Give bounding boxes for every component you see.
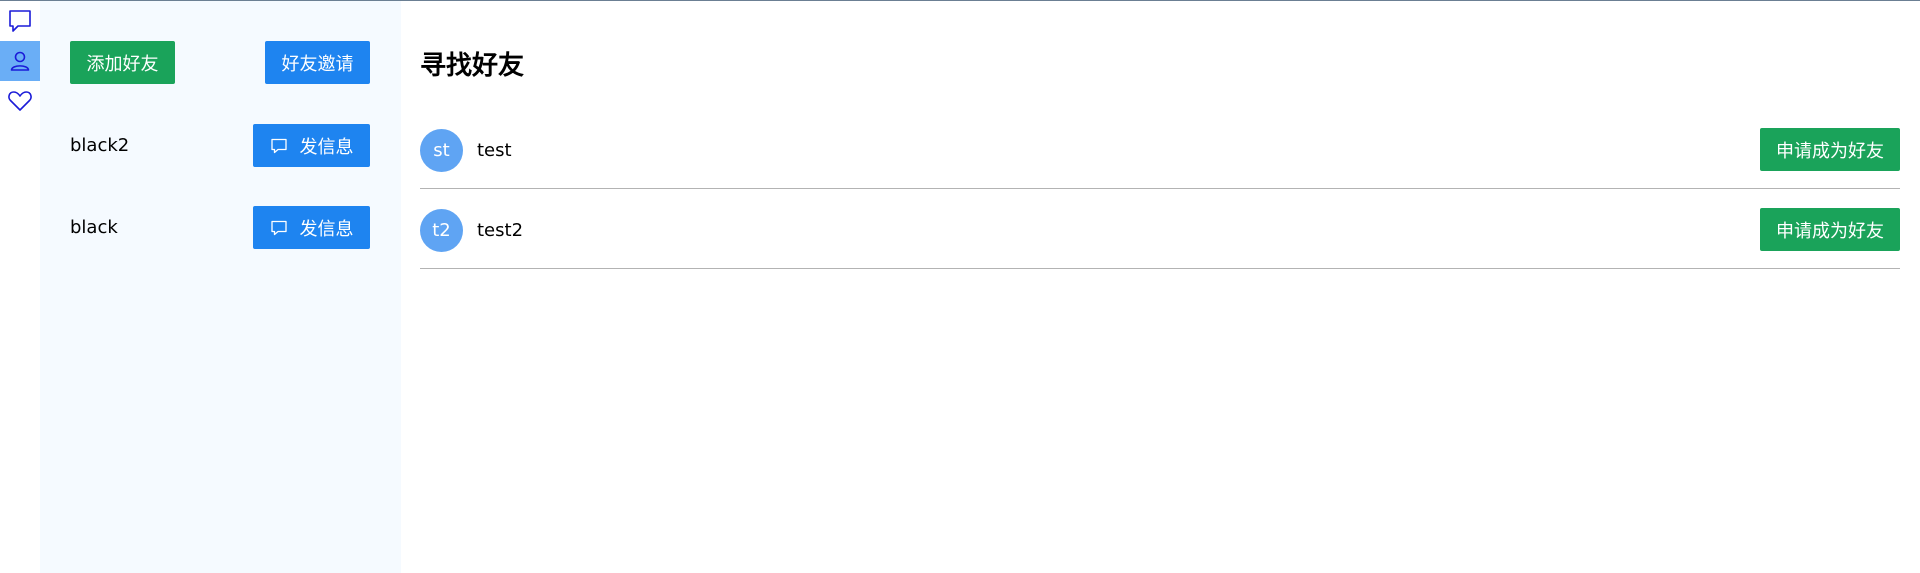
rail-item-friends[interactable] <box>0 41 40 81</box>
heart-icon <box>8 91 32 111</box>
user-name: test2 <box>477 220 524 241</box>
add-friend-button[interactable]: 添加好友 <box>70 41 175 84</box>
friend-invite-button[interactable]: 好友邀请 <box>265 41 370 84</box>
message-icon <box>270 137 288 155</box>
icon-rail <box>0 1 40 573</box>
send-message-label: 发信息 <box>299 218 354 240</box>
rail-item-chats[interactable] <box>0 1 40 41</box>
user-icon <box>10 51 30 71</box>
avatar: t2 <box>420 209 463 252</box>
user-name: test <box>477 140 512 161</box>
avatar: st <box>420 129 463 172</box>
send-message-label: 发信息 <box>299 136 354 158</box>
send-message-button[interactable]: 发信息 <box>253 206 370 249</box>
friend-name: black2 <box>70 135 130 156</box>
request-friend-button[interactable]: 申请成为好友 <box>1760 128 1900 171</box>
rail-item-favorites[interactable] <box>0 81 40 121</box>
user-list-item: t2 test2 申请成为好友 <box>420 189 1900 269</box>
friends-panel: 添加好友 好友邀请 black2 发信息 black 发信息 <box>40 1 401 573</box>
message-icon <box>270 219 288 237</box>
page-title: 寻找好友 <box>420 51 525 81</box>
friend-list-item: black2 发信息 <box>40 124 401 167</box>
friend-name: black <box>70 217 118 238</box>
app-window: 添加好友 好友邀请 black2 发信息 black 发信息 寻找好友 st t… <box>0 0 1920 573</box>
find-friends-section: 寻找好友 st test 申请成为好友 t2 test2 申请成为好友 <box>420 1 1900 573</box>
send-message-button[interactable]: 发信息 <box>253 124 370 167</box>
user-list-item: st test 申请成为好友 <box>420 109 1900 189</box>
friend-list-item: black 发信息 <box>40 206 401 249</box>
chat-bubble-icon <box>9 10 31 32</box>
request-friend-button[interactable]: 申请成为好友 <box>1760 208 1900 251</box>
